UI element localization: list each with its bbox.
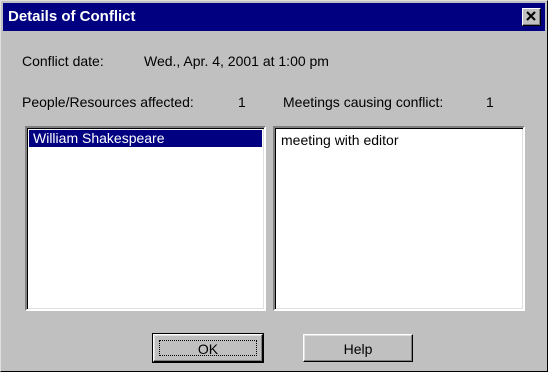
close-icon [526,11,536,21]
title-bar[interactable]: Details of Conflict [3,3,545,31]
close-button[interactable] [522,8,541,26]
people-affected-label: People/Resources affected: [22,94,194,110]
meetings-conflict-label: Meetings causing conflict: [283,94,444,110]
list-item[interactable]: William Shakespeare [29,130,262,147]
people-affected-count: 1 [238,94,246,110]
help-button[interactable]: Help [303,334,413,362]
meetings-list[interactable]: meeting with editor [273,126,525,311]
window-title: Details of Conflict [8,8,136,25]
conflict-date-value: Wed., Apr. 4, 2001 at 1:00 pm [144,53,329,69]
meetings-conflict-count: 1 [486,94,494,110]
ok-button[interactable]: OK [152,333,264,363]
ok-focus-rect: OK [159,340,257,357]
list-item[interactable]: meeting with editor [277,132,521,149]
conflict-date-label: Conflict date: [22,53,104,69]
details-of-conflict-dialog: Details of Conflict Conflict date: Wed.,… [0,0,548,372]
people-resources-list[interactable]: William Shakespeare [25,126,266,311]
